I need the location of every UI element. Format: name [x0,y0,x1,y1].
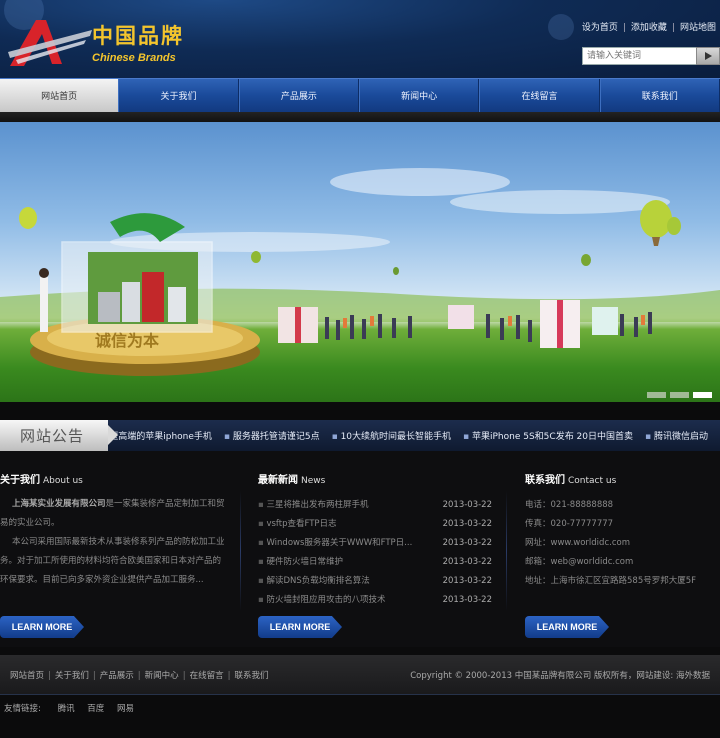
decor-bubble [548,14,574,40]
notice-item[interactable]: 服务器托管请谨记5点 [224,429,320,442]
contact-title: 联系我们 [525,475,565,486]
news-item[interactable]: Windows服务器关于WWW和FTP日...2013-03-22 [258,534,492,553]
footer-link-message[interactable]: 在线留言 [190,671,224,681]
nav-shadow [0,112,720,122]
column-divider [506,491,507,611]
notice-label: 网站公告 [0,420,119,451]
news-section: 最新新闻News 三星将推出发布两柱屏手机2013-03-22 vsftp查看F… [258,471,492,610]
banner-illustration: 诚信为本 [0,168,720,376]
footer-link-contact[interactable]: 联系我们 [234,671,268,681]
main-nav: 网站首页 关于我们 产品展示 新闻中心 在线留言 联系我们 [0,78,720,112]
news-item[interactable]: vsftp查看FTP日志2013-03-22 [258,515,492,534]
slide-dot[interactable] [670,392,689,398]
brand-name-en: Chinese Brands [92,52,176,64]
footer-link-home[interactable]: 网站首页 [10,671,44,681]
about-title-en: About us [43,476,83,486]
about-section: 关于我们 About us 上海某实业发展有限公司是一家集装修产品定制加工和贸易的… [0,471,228,590]
play-arrow-icon [704,52,712,60]
contact-section: 联系我们 Contact us 电话：021-88888888 传真：020-77… [525,471,720,591]
contact-email[interactable]: 邮箱：web@worldidc.com [525,553,720,572]
contact-learn-more-button[interactable]: LEARN MORE [525,616,609,638]
news-title: 最新新闻 [258,475,298,486]
news-item[interactable]: 三星将推出发布两柱屏手机2013-03-22 [258,496,492,515]
contact-address: 地址：上海市徐汇区宜路路585号罗邦大厦5F [525,576,697,586]
nav-item-message[interactable]: 在线留言 [479,79,600,112]
about-learn-more-button[interactable]: LEARN MORE [0,616,84,638]
copyright-text: Copyright © 2000-2013 中国某品牌有限公司 版权所有，网站建… [410,670,710,681]
about-paragraph-2: 本公司采用国际最新技术从事装修系列产品的防松加工业务。对于加工所使用的材料均符合… [0,537,225,585]
set-homepage-link[interactable]: 设为首页 [582,23,618,33]
column-divider [240,491,241,611]
nav-item-contact[interactable]: 联系我们 [599,79,720,112]
slide-indicators [647,392,712,398]
site-map-link[interactable]: 网站地图 [680,23,716,33]
footer-link-news[interactable]: 新闻中心 [145,671,179,681]
brand-logo-icon[interactable] [6,14,94,70]
notice-bar: 网站公告 电信合作推出首款移动全能型高端的苹果iphone手机 服务器托管请谨记… [0,420,720,451]
contact-title-en: Contact us [568,476,617,486]
nav-item-products[interactable]: 产品展示 [238,79,359,112]
footer-link-products[interactable]: 产品展示 [100,671,134,681]
news-list: 三星将推出发布两柱屏手机2013-03-22 vsftp查看FTP日志2013-… [258,496,492,610]
friend-link-baidu[interactable]: 百度 [87,704,104,714]
friend-links: 友情链接: 腾讯 百度 网易 [4,702,144,714]
footer-nav: 网站首页 | 关于我们 | 产品展示 | 新闻中心 | 在线留言 | 联系我们 [10,670,269,681]
brand-name-cn: 中国品牌 [92,23,184,48]
friend-link-tencent[interactable]: 腾讯 [58,704,75,714]
news-learn-more-button[interactable]: LEARN MORE [258,616,342,638]
news-title-en: News [301,476,326,486]
news-heading: 最新新闻 News [258,471,492,486]
nav-item-news[interactable]: 新闻中心 [358,79,480,112]
news-item[interactable]: 防火墙封阻应用攻击的八项技术2013-03-22 [258,591,492,610]
nav-item-about[interactable]: 关于我们 [118,79,239,112]
slide-dot-active[interactable] [693,392,712,398]
about-title: 关于我们 [0,475,40,486]
slide-dot[interactable] [647,392,666,398]
notice-item[interactable]: 苹果iPhone 5S和5C发布 20日中国首卖 [463,429,633,442]
footer-link-about[interactable]: 关于我们 [55,671,89,681]
contact-website[interactable]: 网址：www.worldidc.com [525,534,720,553]
notice-item[interactable]: 10大续航时间最长智能手机 [332,429,451,442]
friend-link-netease[interactable]: 网易 [117,704,134,714]
about-paragraph: 上海某实业发展有限公司是一家集装修产品定制加工和贸易的实业公司。 [0,495,228,533]
contact-heading: 联系我们 Contact us [525,471,720,486]
search-box [582,47,720,65]
about-heading: 关于我们 About us [0,471,228,486]
notice-item[interactable]: 腾讯微信启动 [645,429,708,442]
site-footer: 网站首页 | 关于我们 | 产品展示 | 新闻中心 | 在线留言 | 联系我们 Copyright … [0,655,720,695]
content-area: 关于我们 About us 上海某实业发展有限公司是一家集装修产品定制加工和贸易的… [0,451,720,647]
search-input[interactable] [582,47,696,65]
news-item[interactable]: 解读DNS负载均衡排名算法2013-03-22 [258,572,492,591]
search-button[interactable] [696,47,720,65]
nav-item-home[interactable]: 网站首页 [0,79,119,112]
hero-banner[interactable]: 诚信为本 [0,122,720,402]
contact-phone: 电话：021-88888888 [525,500,614,510]
friend-links-label: 友情链接: [4,704,41,714]
about-company: 上海某实业发展有限公司 [12,499,106,509]
contact-fax: 传真：020-77777777 [525,519,614,529]
coin-board-text: 诚信为本 [95,331,159,350]
add-favorite-link[interactable]: 添加收藏 [631,23,667,33]
news-item[interactable]: 硬件防火墙日常维护2013-03-22 [258,553,492,572]
site-header: 中国品牌 Chinese Brands 设为首页 | 添加收藏 | 网站地图 [0,0,720,78]
contact-list: 电话：021-88888888 传真：020-77777777 网址：www.w… [525,496,720,591]
top-links: 设为首页 | 添加收藏 | 网站地图 [581,23,716,33]
